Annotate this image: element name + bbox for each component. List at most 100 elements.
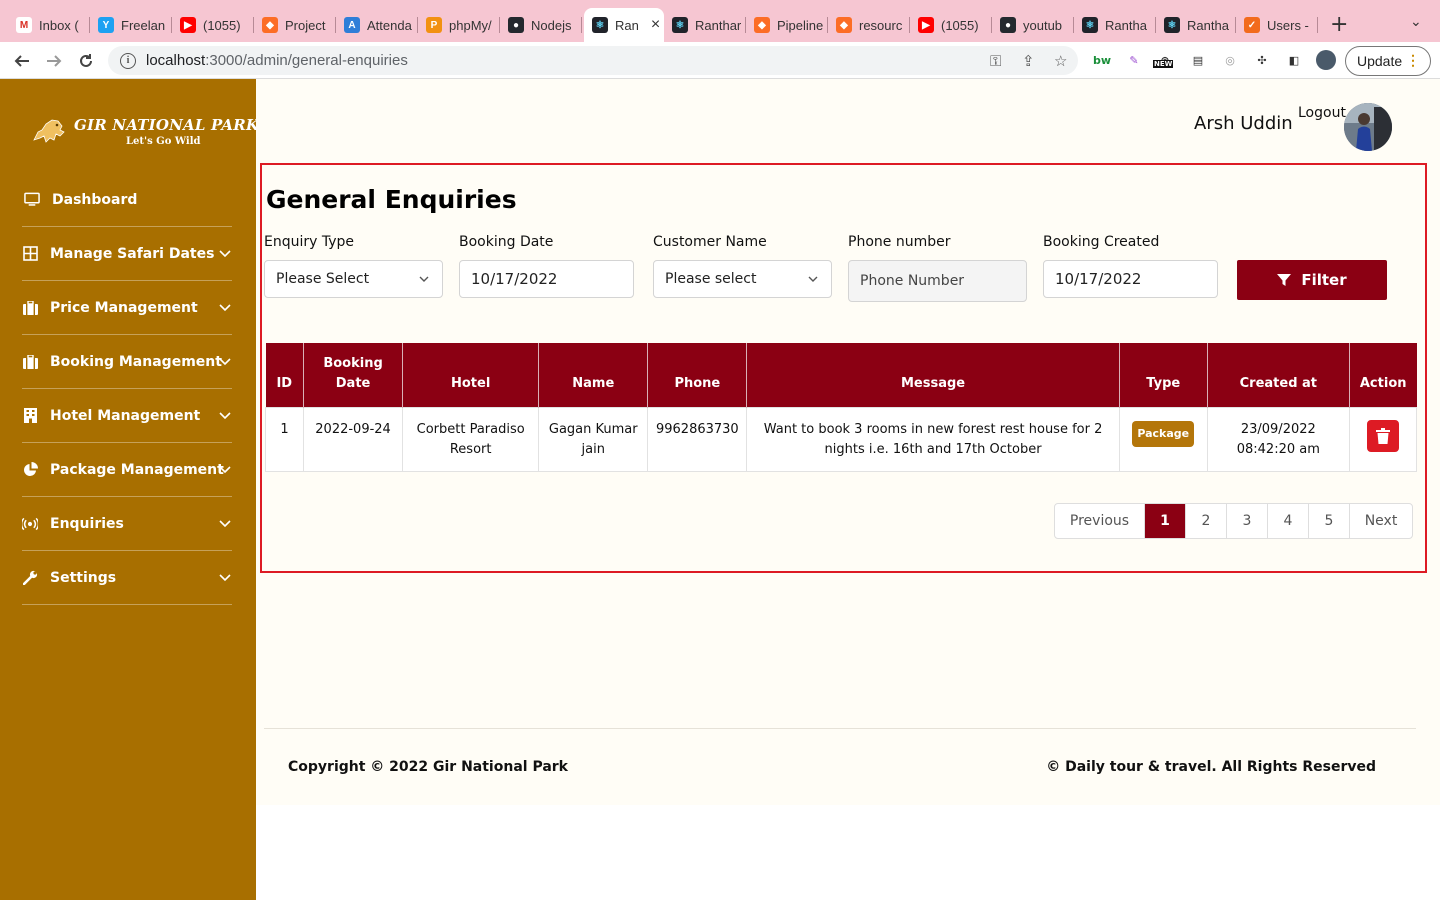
side-panel-icon[interactable]: ◧ <box>1285 51 1303 69</box>
tab-favicon-icon: ◆ <box>754 17 770 33</box>
chevron-down-icon <box>219 574 231 582</box>
table-header-row: ID Booking Date Hotel Name Phone Message… <box>265 343 1417 407</box>
tab-favicon-icon: A <box>344 17 360 33</box>
column-header-type[interactable]: Type <box>1119 343 1208 407</box>
browser-tab[interactable]: ✓ Users - <box>1236 8 1318 42</box>
column-header-hotel[interactable]: Hotel <box>402 343 540 407</box>
browser-tab[interactable]: ◆ Pipeline <box>746 8 828 42</box>
grid-icon <box>22 246 38 262</box>
extension-circle-icon[interactable]: ◎ <box>1221 51 1239 69</box>
column-header-message[interactable]: Message <box>746 343 1120 407</box>
booking-created-input[interactable]: 10/17/2022 <box>1043 260 1218 298</box>
extension-pen-icon[interactable]: ✎ <box>1125 51 1143 69</box>
tab-favicon-icon: ⚛ <box>672 17 688 33</box>
tab-favicon-icon: M <box>16 17 32 33</box>
reload-icon[interactable] <box>74 49 98 73</box>
phone-number-input[interactable]: Phone Number <box>848 260 1027 302</box>
browser-tab[interactable]: ▶ (1055) <box>910 8 992 42</box>
enquiry-type-select[interactable]: Please Select <box>264 260 443 298</box>
back-arrow-icon[interactable] <box>10 49 34 73</box>
profile-avatar-icon[interactable] <box>1316 50 1336 70</box>
pagination-next[interactable]: Next <box>1350 504 1412 538</box>
sidebar-item-manage-safari-dates[interactable]: Manage Safari Dates <box>22 227 232 281</box>
sidebar-item-booking-management[interactable]: Booking Management <box>22 335 232 389</box>
logout-link[interactable]: Logout <box>1298 105 1346 121</box>
extensions-puzzle-icon[interactable]: ✣ <box>1253 51 1271 69</box>
sidebar-item-settings[interactable]: Settings <box>22 551 232 605</box>
extension-news-icon[interactable]: ▤ <box>1189 51 1207 69</box>
chevron-down-icon <box>808 276 818 282</box>
column-header-name[interactable]: Name <box>538 343 649 407</box>
tab-title: Ranthar <box>695 17 742 33</box>
pagination-page[interactable]: 5 <box>1309 504 1350 538</box>
sidebar-item-enquiries[interactable]: Enquiries <box>22 497 232 551</box>
lion-logo-icon <box>33 119 65 143</box>
browser-tab[interactable]: ◆ resourc <box>828 8 910 42</box>
new-tab-button[interactable]: + <box>1330 12 1348 37</box>
sidebar-item-label: Manage Safari Dates <box>50 245 215 262</box>
sidebar-item-package-management[interactable]: Package Management <box>22 443 232 497</box>
browser-tab[interactable]: ◆ Project <box>254 8 336 42</box>
table-row: 1 2022-09-24 Corbett Paradiso Resort Gag… <box>264 406 1418 472</box>
sidebar-item-price-management[interactable]: Price Management <box>22 281 232 335</box>
tab-search-chevron-icon[interactable]: ⌄ <box>1410 14 1422 30</box>
tab-title: youtub <box>1023 17 1063 33</box>
bookmark-star-icon[interactable]: ☆ <box>1054 52 1067 70</box>
delete-button[interactable] <box>1366 419 1399 452</box>
pagination-page[interactable]: 4 <box>1268 504 1309 538</box>
update-button[interactable]: Update ⋮ <box>1345 46 1431 76</box>
browser-tab[interactable]: A Attenda <box>336 8 418 42</box>
column-header-booking-date[interactable]: Booking Date <box>303 343 404 407</box>
browser-tab[interactable]: ⚛ Rantha <box>1156 8 1236 42</box>
tab-close-icon[interactable]: × <box>651 16 660 34</box>
user-avatar[interactable] <box>1344 103 1392 151</box>
cell-name: Gagan Kumar jain <box>538 406 649 472</box>
filter-button[interactable]: Filter <box>1237 260 1387 300</box>
browser-tab[interactable]: PphpMy/ <box>418 8 500 42</box>
column-header-created-at[interactable]: Created at <box>1207 343 1350 407</box>
pagination-page[interactable]: 2 <box>1186 504 1227 538</box>
sidebar-item-label: Package Management <box>50 461 224 478</box>
browser-tab[interactable]: ● Nodejs <box>500 8 582 42</box>
browser-tab[interactable]: ▶ (1055) <box>172 8 254 42</box>
customer-name-label: Customer Name <box>653 234 767 250</box>
browser-tab[interactable]: ⚛ Ran × <box>584 8 664 42</box>
enquiries-table: ID Booking Date Hotel Name Phone Message… <box>264 343 1418 472</box>
tab-favicon-icon: ▶ <box>918 17 934 33</box>
key-icon[interactable]: ⚿ <box>990 52 1001 70</box>
chevron-down-icon <box>419 276 429 282</box>
tab-favicon-icon: ◆ <box>836 17 852 33</box>
sidebar-item-hotel-management[interactable]: Hotel Management <box>22 389 232 443</box>
extension-new-icon[interactable]: NEW⊚ <box>1153 51 1174 69</box>
browser-tab[interactable]: Y Freelan <box>90 8 172 42</box>
sidebar-item-label: Settings <box>50 569 117 586</box>
browser-tab[interactable]: ⚛ Ranthar <box>664 8 746 42</box>
customer-name-select[interactable]: Please select <box>653 260 832 298</box>
column-header-id[interactable]: ID <box>265 343 305 407</box>
extension-bw-icon[interactable]: bw <box>1093 51 1111 69</box>
tab-title: resourc <box>859 17 903 33</box>
site-info-icon[interactable]: i <box>120 52 136 69</box>
browser-tab[interactable]: M Inbox ( <box>8 8 90 42</box>
column-header-phone[interactable]: Phone <box>647 343 748 407</box>
tab-favicon-icon: ⚛ <box>592 17 608 33</box>
forward-arrow-icon[interactable] <box>42 49 66 73</box>
kebab-menu-icon[interactable]: ⋮ <box>1406 52 1420 69</box>
pagination-page[interactable]: 3 <box>1227 504 1268 538</box>
share-icon[interactable]: ⇪ <box>1022 52 1035 70</box>
browser-tab[interactable]: ● youtub <box>992 8 1074 42</box>
main-content: Arsh Uddin Logout General Enquiries Enqu… <box>256 79 1440 805</box>
pagination-previous[interactable]: Previous <box>1055 504 1145 538</box>
cell-message: Want to book 3 rooms in new forest rest … <box>746 406 1120 472</box>
created-date: 23/09/2022 <box>1240 421 1316 437</box>
brand-logo[interactable]: GIR NATIONAL PARK Let's Go Wild <box>30 112 259 152</box>
tab-title: Rantha <box>1105 17 1147 33</box>
pagination-page[interactable]: 1 <box>1145 504 1186 538</box>
url-bar[interactable]: i localhost:3000/admin/general-enquiries… <box>108 46 1078 75</box>
sidebar-item-dashboard[interactable]: Dashboard <box>22 173 232 227</box>
monitor-icon <box>24 192 40 208</box>
enquiries-panel: General Enquiries Enquiry Type Please Se… <box>260 163 1427 573</box>
browser-tab[interactable]: ⚛ Rantha <box>1074 8 1156 42</box>
booking-date-input[interactable]: 10/17/2022 <box>459 260 634 298</box>
tab-title: Users - <box>1267 17 1309 33</box>
